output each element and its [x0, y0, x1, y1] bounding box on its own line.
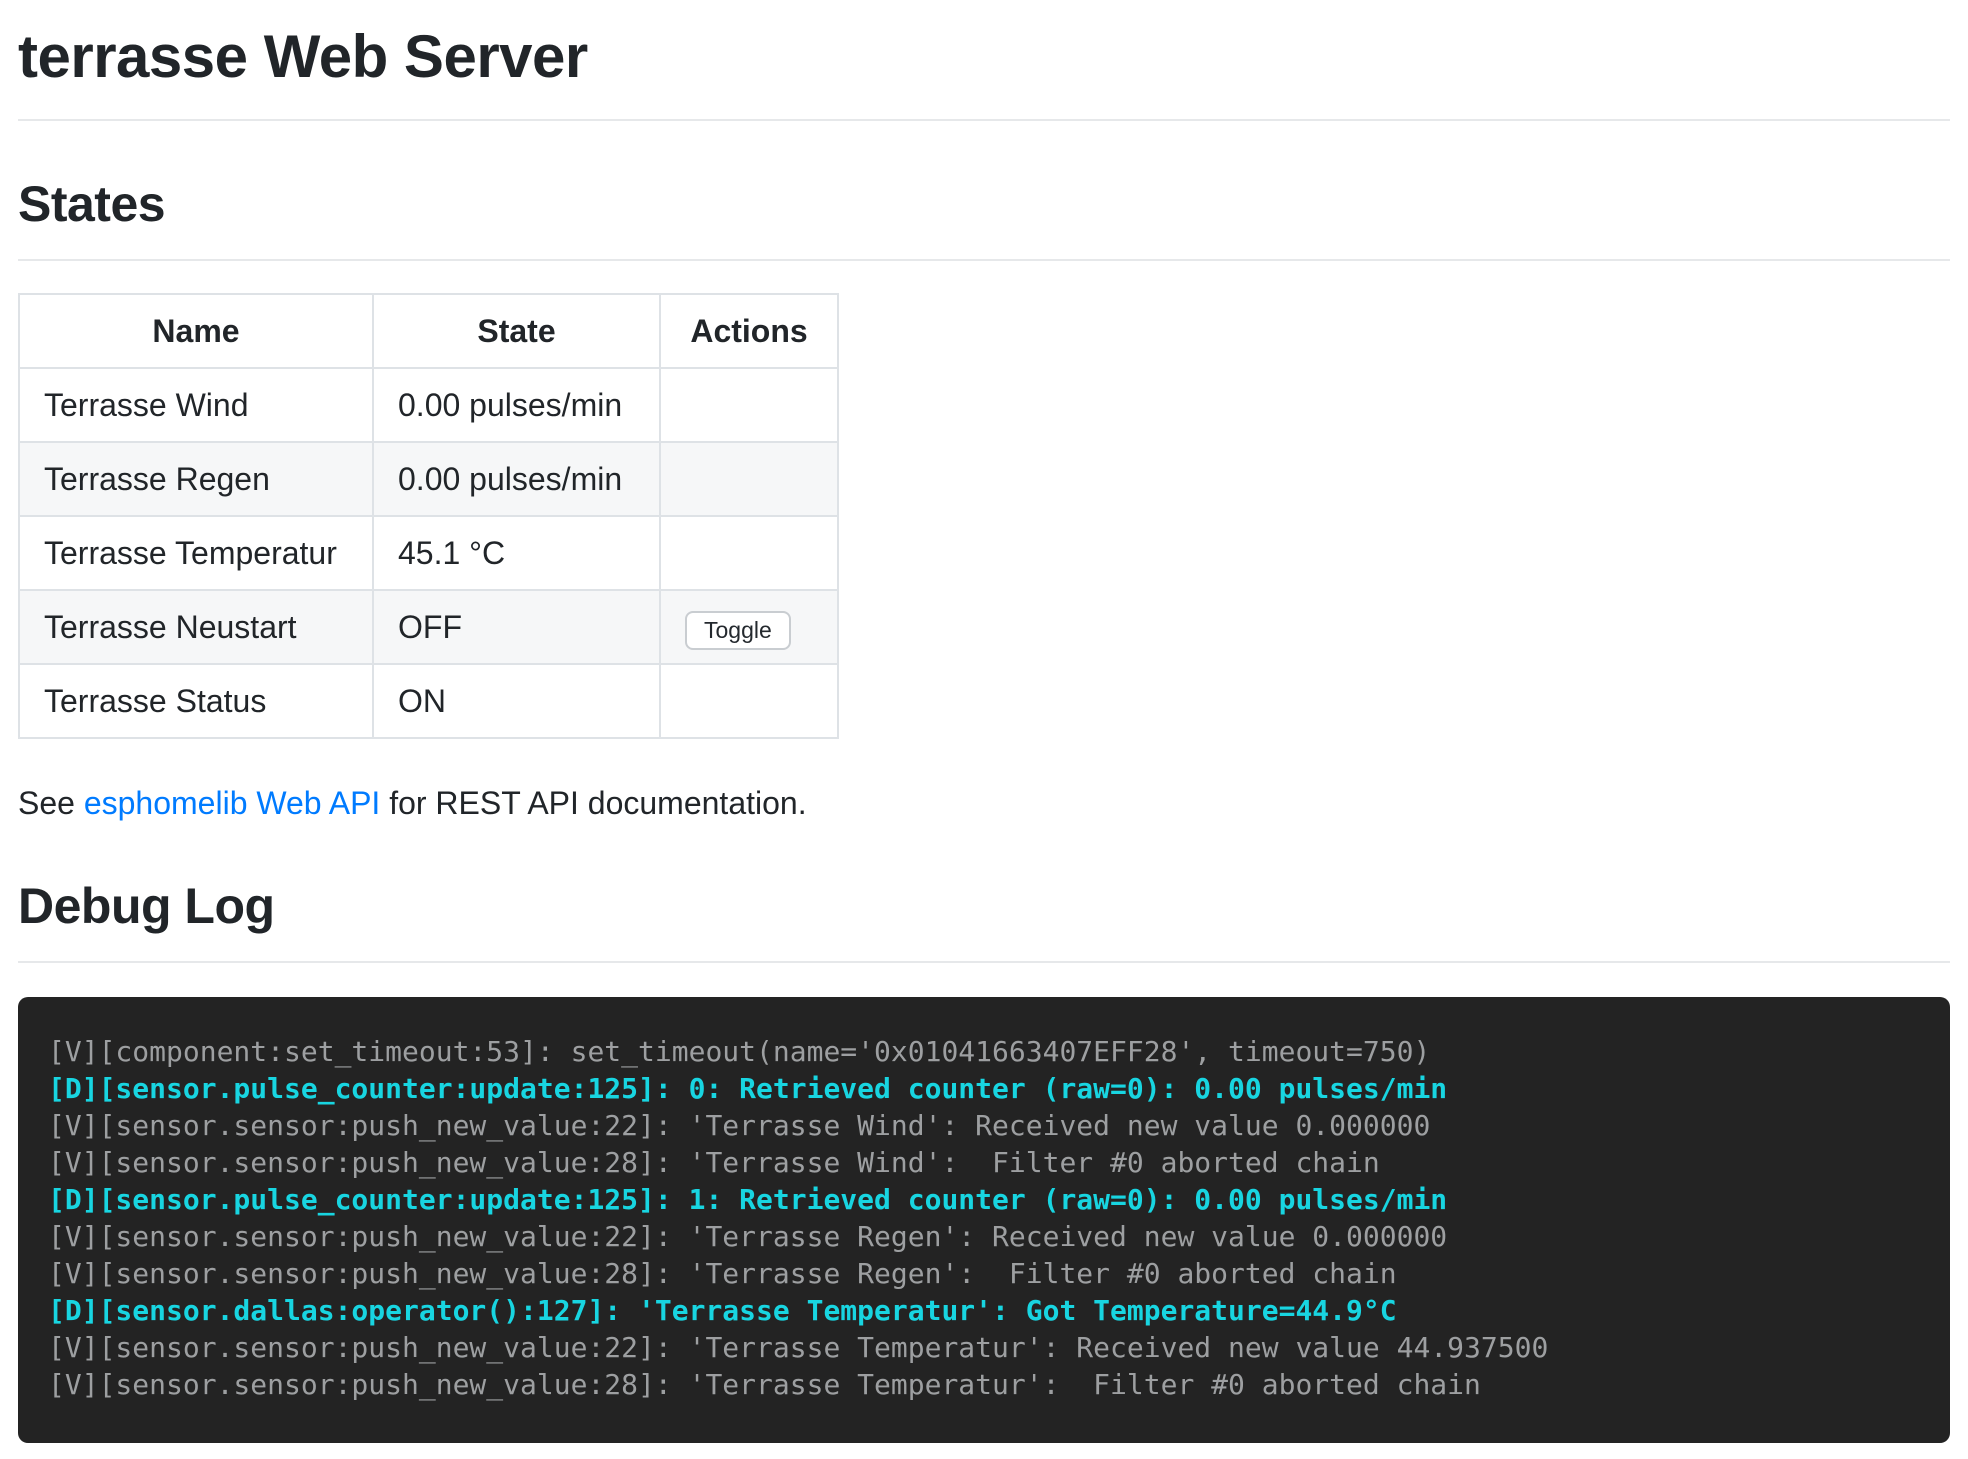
row-actions-cell	[660, 442, 838, 516]
row-state-cell: 0.00 pulses/min	[373, 442, 660, 516]
row-name-cell: Terrasse Regen	[19, 442, 373, 516]
divider	[18, 119, 1950, 121]
row-name-cell: Terrasse Neustart	[19, 590, 373, 664]
row-name-cell: Terrasse Status	[19, 664, 373, 738]
row-actions-cell	[660, 664, 838, 738]
log-line: [D][sensor.dallas:operator():127]: 'Terr…	[48, 1292, 1920, 1329]
api-note-prefix: See	[18, 785, 84, 821]
row-state-cell: 45.1 °C	[373, 516, 660, 590]
row-state-cell: 0.00 pulses/min	[373, 368, 660, 442]
log-line: [V][sensor.sensor:push_new_value:22]: 'T…	[48, 1218, 1920, 1255]
log-line: [D][sensor.pulse_counter:update:125]: 1:…	[48, 1181, 1920, 1218]
row-actions-cell: Toggle	[660, 590, 838, 664]
states-table: Name State Actions Terrasse Wind 0.00 pu…	[18, 293, 839, 739]
table-row: Terrasse Regen 0.00 pulses/min	[19, 442, 838, 516]
table-row: Terrasse Status ON	[19, 664, 838, 738]
row-name-cell: Terrasse Temperatur	[19, 516, 373, 590]
table-row: Terrasse Neustart OFF Toggle	[19, 590, 838, 664]
divider	[18, 961, 1950, 963]
toggle-button[interactable]: Toggle	[685, 611, 791, 650]
row-state-cell: OFF	[373, 590, 660, 664]
page-title: terrasse Web Server	[18, 22, 1950, 91]
table-row: Terrasse Temperatur 45.1 °C	[19, 516, 838, 590]
table-header-row: Name State Actions	[19, 294, 838, 368]
states-heading: States	[18, 175, 1950, 233]
states-table-head: Name State Actions	[19, 294, 838, 368]
column-header-name: Name	[19, 294, 373, 368]
debug-log-console[interactable]: [V][component:set_timeout:53]: set_timeo…	[18, 997, 1950, 1443]
row-actions-cell	[660, 516, 838, 590]
log-line: [V][sensor.sensor:push_new_value:28]: 'T…	[48, 1366, 1920, 1403]
page: terrasse Web Server States Name State Ac…	[0, 22, 1968, 1459]
bottom-spacer	[18, 1443, 1950, 1459]
column-header-state: State	[373, 294, 660, 368]
api-note: See esphomelib Web API for REST API docu…	[18, 783, 1950, 823]
row-state-cell: ON	[373, 664, 660, 738]
log-line: [V][sensor.sensor:push_new_value:28]: 'T…	[48, 1144, 1920, 1181]
row-actions-cell	[660, 368, 838, 442]
log-line: [V][component:set_timeout:53]: set_timeo…	[48, 1033, 1920, 1070]
web-api-link[interactable]: esphomelib Web API	[84, 785, 380, 821]
log-line: [V][sensor.sensor:push_new_value:22]: 'T…	[48, 1329, 1920, 1366]
api-note-suffix: for REST API documentation.	[380, 785, 806, 821]
divider	[18, 259, 1950, 261]
log-line: [V][sensor.sensor:push_new_value:28]: 'T…	[48, 1255, 1920, 1292]
row-name-cell: Terrasse Wind	[19, 368, 373, 442]
debug-log-heading: Debug Log	[18, 877, 1950, 935]
column-header-actions: Actions	[660, 294, 838, 368]
log-line: [D][sensor.pulse_counter:update:125]: 0:…	[48, 1070, 1920, 1107]
states-table-body: Terrasse Wind 0.00 pulses/min Terrasse R…	[19, 368, 838, 738]
table-row: Terrasse Wind 0.00 pulses/min	[19, 368, 838, 442]
log-line: [V][sensor.sensor:push_new_value:22]: 'T…	[48, 1107, 1920, 1144]
